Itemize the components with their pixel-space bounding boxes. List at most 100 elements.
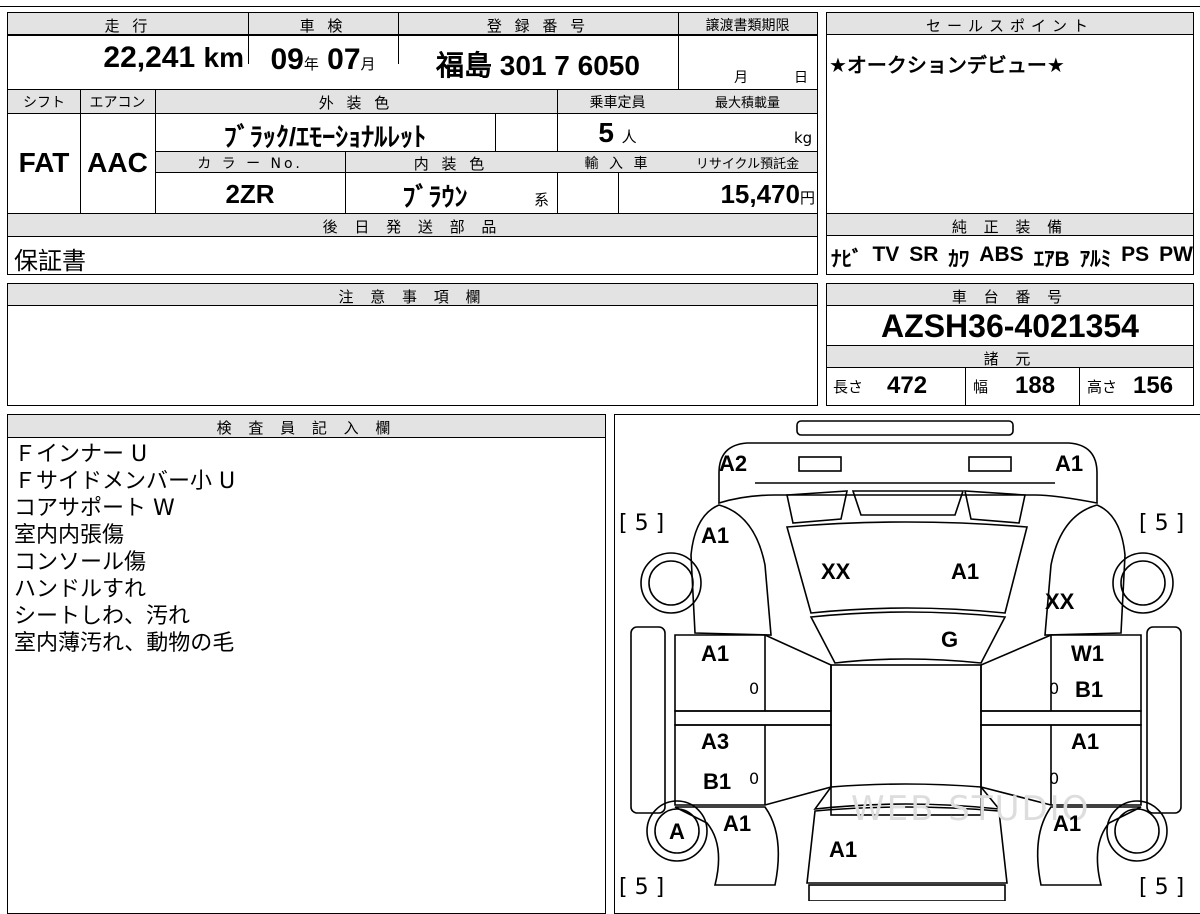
length-label: 長さ bbox=[833, 378, 864, 396]
mileage-unit: km bbox=[203, 42, 244, 73]
ac-value: AAC bbox=[87, 147, 148, 178]
mark-rear-door-left-1: A3 bbox=[701, 729, 730, 754]
mileage-value: 22,241 bbox=[103, 41, 196, 74]
top-strip bbox=[0, 0, 1200, 7]
mileage-label: 走 行 bbox=[104, 17, 152, 35]
equipment-label: 純 正 装 備 bbox=[951, 218, 1069, 236]
int-color-value: ﾌﾞﾗｳﾝ bbox=[402, 182, 468, 212]
equipment-item: ABS bbox=[979, 243, 1024, 266]
mark-front-bumper-right: A1 bbox=[1055, 451, 1084, 476]
sales-point-label: セールスポイント bbox=[925, 17, 1094, 35]
parts-value: 保証書 bbox=[14, 247, 86, 275]
int-color-label: 内 装 色 bbox=[413, 155, 489, 173]
year-unit: 年 bbox=[303, 56, 319, 73]
mark-front-fender-left: A1 bbox=[701, 523, 730, 548]
mark-zero: 0 bbox=[1049, 769, 1060, 788]
mark-trunk: A1 bbox=[829, 837, 858, 862]
equipment-list: ﾅﾋﾞ TV SR ｶﾜ ABS ｴｱB ｱﾙﾐ PS PW bbox=[831, 243, 1193, 273]
transfer-month-unit: 月 bbox=[734, 70, 748, 86]
recycle-label: リサイクル預託金 bbox=[695, 157, 800, 172]
tire-tread-rr: [ 5 ] bbox=[1139, 875, 1185, 900]
mark-front-door-right-1: W1 bbox=[1071, 641, 1104, 666]
shift-label: シフト bbox=[23, 95, 65, 111]
damage-diagram: WEB STUDIO [ 5 ] [ 5 ] [ 5 ] [ 5 ] A2 A1… bbox=[614, 414, 1200, 914]
mark-hood-left: XX bbox=[821, 559, 851, 584]
mark-front-door-right-2: B1 bbox=[1075, 677, 1104, 702]
inspector-label: 検 査 員 記 入 欄 bbox=[216, 419, 397, 437]
equipment-item: PS bbox=[1121, 243, 1150, 266]
import-label: 輸 入 車 bbox=[584, 156, 651, 172]
inspection-label: 車 検 bbox=[299, 17, 347, 35]
month-unit: 月 bbox=[360, 56, 376, 73]
mark-rear-door-right: A1 bbox=[1071, 729, 1100, 754]
inspection-month: 07 bbox=[327, 43, 361, 76]
equipment-item: ﾅﾋﾞ bbox=[831, 248, 863, 271]
capacity-value: 5 bbox=[598, 117, 614, 148]
notes-label: 注 意 事 項 欄 bbox=[338, 288, 487, 306]
equipment-item: ｶﾜ bbox=[948, 248, 970, 271]
height-value: 156 bbox=[1133, 372, 1174, 399]
notes-box: 注 意 事 項 欄 bbox=[7, 283, 818, 406]
capacity-label: 乗車定員 bbox=[589, 95, 646, 111]
mark-rear-fender-left: A1 bbox=[723, 811, 752, 836]
ac-label: エアコン bbox=[89, 95, 146, 111]
inspector-box: 検 査 員 記 入 欄 Ｆインナー U Ｆサイドメンバー小 U コアサポート W… bbox=[7, 414, 606, 914]
length-value: 472 bbox=[887, 372, 928, 399]
ext-color-value: ﾌﾞﾗｯｸ/ｴﾓｰｼｮﾅﾙﾚｯﾄ bbox=[223, 122, 427, 152]
ext-color-label: 外 装 色 bbox=[318, 94, 394, 112]
recycle-value: 15,470 bbox=[720, 179, 800, 209]
height-label: 高さ bbox=[1087, 378, 1118, 396]
inspector-note-line: シートしわ、汚れ bbox=[14, 604, 191, 629]
mark-rear-door-left-2: B1 bbox=[703, 769, 732, 794]
tire-tread-fr: [ 5 ] bbox=[1139, 511, 1185, 536]
spec-label: 諸 元 bbox=[983, 350, 1037, 368]
transfer-day-unit: 日 bbox=[794, 70, 808, 86]
chassis-value: AZSH36-4021354 bbox=[881, 308, 1139, 344]
equipment-item: SR bbox=[909, 243, 939, 266]
width-label: 幅 bbox=[973, 378, 989, 396]
color-no-label: カ ラ ー No. bbox=[197, 156, 303, 172]
inspector-note-line: コアサポート W bbox=[14, 496, 175, 521]
inspector-note-line: Ｆインナー U bbox=[14, 442, 148, 467]
parts-label: 後 日 発 送 部 品 bbox=[322, 218, 503, 236]
recycle-unit: 円 bbox=[799, 190, 815, 207]
max-load-unit: kg bbox=[794, 129, 813, 147]
mark-front-fender-right: XX bbox=[1045, 589, 1075, 614]
int-color-suffix: 系 bbox=[534, 191, 550, 209]
mark-zero: 0 bbox=[749, 679, 760, 698]
inspector-note-line: コンソール傷 bbox=[14, 550, 147, 575]
capacity-unit: 人 bbox=[621, 129, 637, 146]
mark-front-bumper-left: A2 bbox=[719, 451, 748, 476]
inspector-note-line: ハンドルすれ bbox=[14, 577, 147, 602]
transfer-label: 譲渡書類期限 bbox=[705, 18, 790, 34]
chassis-label: 車 台 番 号 bbox=[951, 288, 1069, 306]
inspector-note-line: 室内内張傷 bbox=[14, 523, 125, 548]
chassis-box: 車 台 番 号 AZSH36-4021354 諸 元 長さ 472 幅 188 … bbox=[826, 283, 1194, 406]
mark-hood-right: A1 bbox=[951, 559, 980, 584]
tire-tread-rl: [ 5 ] bbox=[619, 875, 665, 900]
sales-point-text: ★オークションデビュー★ bbox=[829, 53, 1065, 77]
vehicle-info-table: 走 行 車 検 登 録 番 号 譲渡書類期限 22,241 km 09年 07月… bbox=[7, 12, 818, 275]
registration-label: 登 録 番 号 bbox=[486, 17, 590, 35]
equipment-item: PW bbox=[1159, 243, 1193, 266]
inspector-notes: Ｆインナー U Ｆサイドメンバー小 U コアサポート W 室内内張傷 コンソール… bbox=[14, 441, 235, 657]
mark-windshield: G bbox=[941, 627, 959, 652]
mark-zero: 0 bbox=[749, 769, 760, 788]
max-load-label: 最大積載量 bbox=[714, 96, 780, 111]
equipment-item: ｴｱB bbox=[1033, 248, 1070, 271]
equipment-item: ｱﾙﾐ bbox=[1079, 248, 1112, 271]
inspector-note-line: 室内薄汚れ、動物の毛 bbox=[14, 631, 235, 656]
mark-front-door-left: A1 bbox=[701, 641, 730, 666]
inspector-note-line: Ｆサイドメンバー小 U bbox=[14, 469, 236, 494]
sales-point-box: セールスポイント ★オークションデビュー★ 純 正 装 備 ﾅﾋﾞ TV SR … bbox=[826, 12, 1194, 275]
color-no-value: 2ZR bbox=[225, 179, 275, 209]
shift-value: FAT bbox=[18, 147, 70, 178]
registration-value: 福島 301 7 6050 bbox=[436, 50, 640, 81]
width-value: 188 bbox=[1015, 372, 1056, 399]
mark-zero: 0 bbox=[1049, 679, 1060, 698]
equipment-item: TV bbox=[872, 243, 900, 266]
mark-rear-wheel-left: A bbox=[669, 819, 685, 844]
inspection-year: 09 bbox=[270, 43, 304, 76]
mark-rear-fender-right: A1 bbox=[1053, 811, 1082, 836]
tire-tread-fl: [ 5 ] bbox=[619, 511, 665, 536]
